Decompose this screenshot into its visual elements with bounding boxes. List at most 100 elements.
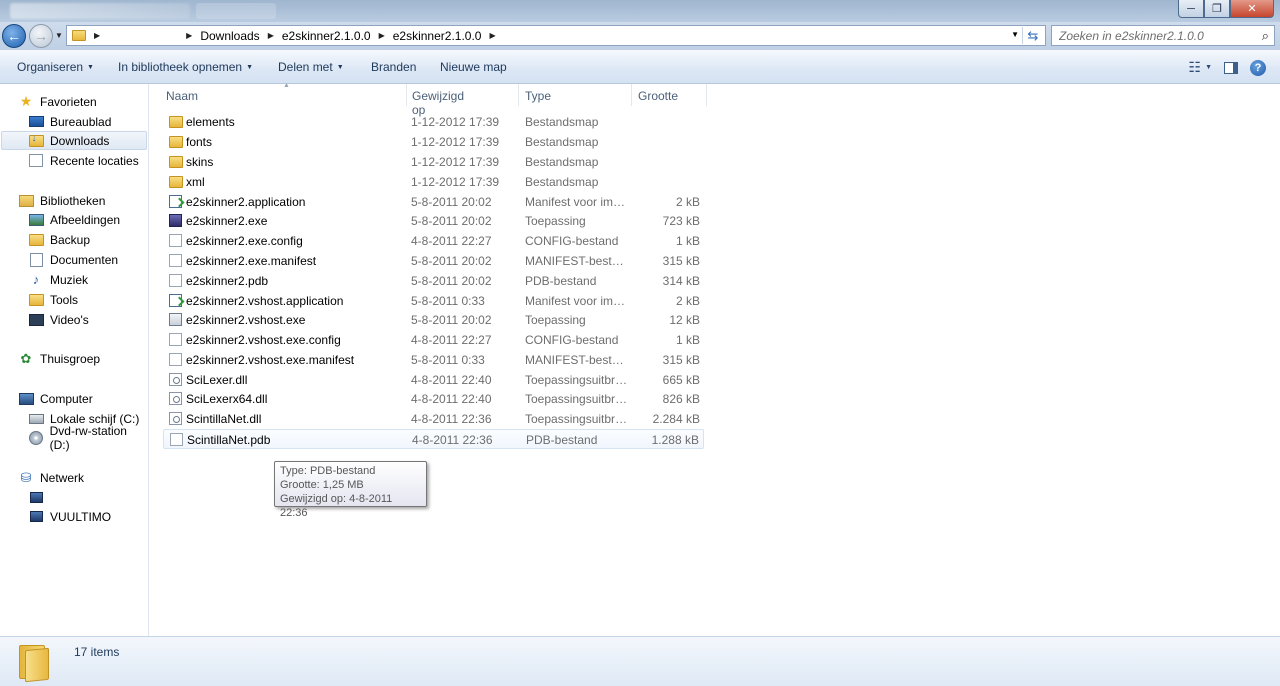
videos-icon-wrap <box>28 313 44 327</box>
nav-network[interactable]: ⛁ Netwerk <box>18 468 84 487</box>
breadcrumb-chevron-icon[interactable]: ▶ <box>379 31 385 40</box>
file-size: 2 kB <box>675 294 700 308</box>
new-folder-button[interactable]: Nieuwe map <box>440 60 507 74</box>
file-size: 315 kB <box>662 353 700 367</box>
documents-icon-wrap <box>28 252 44 267</box>
file-row[interactable]: e2skinner2.pdb 5-8-2011 20:02 PDB-bestand 3… <box>163 271 704 291</box>
nav-backup[interactable]: Backup <box>28 230 90 249</box>
nav-dvd[interactable]: Dvd-rw-station (D:) <box>28 424 148 452</box>
file-row[interactable]: e2skinner2.vshost.application 5-8-2011 0:… <box>163 291 704 311</box>
search-box[interactable]: ⌕ <box>1051 25 1275 46</box>
search-input[interactable] <box>1057 27 1251 44</box>
close-button[interactable]: ✕ <box>1230 0 1274 18</box>
column-divider[interactable] <box>406 84 407 106</box>
libraries-icon-wrap <box>18 194 34 208</box>
video-icon <box>28 313 44 326</box>
address-bar[interactable]: ▶ ▶ Downloads ▶ e2skinner2.1.0.0 ▶ e2ski… <box>66 25 1046 46</box>
network-pc-icon <box>29 492 43 503</box>
nav-network-vuultimo[interactable]: VUULTIMO <box>28 507 111 526</box>
nav-recent[interactable]: Recente locaties <box>28 151 139 170</box>
nav-downloads[interactable]: Downloads <box>1 131 147 150</box>
recent-pages-dropdown[interactable]: ▼ <box>55 31 63 40</box>
file-row[interactable]: e2skinner2.vshost.exe 5-8-2011 20:02 Toepa… <box>163 310 704 330</box>
file-name: xml <box>186 175 205 189</box>
backup-icon-wrap <box>28 233 44 247</box>
downloads-icon-wrap <box>28 133 44 148</box>
search-icon[interactable]: ⌕ <box>1262 28 1269 44</box>
column-divider[interactable] <box>631 84 632 106</box>
file-row[interactable]: elements 1-12-2012 17:39 Bestandsmap <box>163 112 704 132</box>
file-row[interactable]: e2skinner2.vshost.exe.manifest 5-8-2011 0… <box>163 350 704 370</box>
recent-places-icon <box>29 154 43 167</box>
file-row[interactable]: e2skinner2.vshost.exe.config 4-8-2011 22:… <box>163 330 704 350</box>
column-divider[interactable] <box>706 84 707 106</box>
breadcrumb-e2skinner-parent[interactable]: e2skinner2.1.0.0 <box>282 29 371 43</box>
file-row[interactable]: e2skinner2.exe.manifest 5-8-2011 20:02 MAN… <box>163 251 704 271</box>
nav-network-pc-hidden[interactable] <box>28 488 50 507</box>
file-name: e2skinner2.exe.config <box>186 234 303 248</box>
nav-computer[interactable]: Computer <box>18 389 93 408</box>
file-row[interactable]: ScintillaNet.dll 4-8-2011 22:36 Toepassing… <box>163 409 704 429</box>
breadcrumb-chevron-icon[interactable]: ▶ <box>489 31 495 40</box>
breadcrumb-chevron-icon[interactable]: ▶ <box>186 31 192 40</box>
file-row[interactable]: e2skinner2.exe.config 4-8-2011 22:27 CONFI… <box>163 231 704 251</box>
nav-documents[interactable]: Documenten <box>28 250 118 269</box>
column-type[interactable]: Type <box>525 89 551 103</box>
organize-menu[interactable]: Organiseren ▼ <box>17 60 94 74</box>
maximize-button[interactable]: ❐ <box>1204 0 1230 18</box>
minimize-button[interactable]: ─ <box>1178 0 1204 18</box>
file-date: 4-8-2011 22:36 <box>411 412 492 426</box>
file-row[interactable]: skins 1-12-2012 17:39 Bestandsmap <box>163 152 704 172</box>
nav-computer-label: Computer <box>40 391 93 406</box>
forward-button[interactable]: → <box>29 24 53 48</box>
chevron-down-icon: ▼ <box>336 64 344 71</box>
column-divider[interactable] <box>518 84 519 106</box>
file-row[interactable]: fonts 1-12-2012 17:39 Bestandsmap <box>163 132 704 152</box>
nav-libraries[interactable]: Bibliotheken <box>18 191 105 210</box>
share-with-menu[interactable]: Delen met ▼ <box>278 60 344 74</box>
file-type: Manifest voor imp... <box>525 294 629 308</box>
executable-icon <box>169 214 182 227</box>
folder-icon <box>28 233 44 246</box>
view-dropdown-icon[interactable]: ▼ <box>1205 64 1212 71</box>
nav-music[interactable]: ♪ Muziek <box>28 270 88 289</box>
nav-desktop[interactable]: Bureaublad <box>28 112 111 131</box>
include-library-menu[interactable]: In bibliotheek opnemen ▼ <box>118 60 253 74</box>
breadcrumb-chevron-icon[interactable]: ▶ <box>94 31 100 40</box>
file-date: 4-8-2011 22:27 <box>411 333 492 347</box>
file-row[interactable]: SciLexer.dll 4-8-2011 22:40 Toepassingsuit… <box>163 370 704 390</box>
breadcrumb-chevron-icon[interactable]: ▶ <box>268 31 274 40</box>
file-row[interactable]: e2skinner2.application 5-8-2011 20:02 Mani… <box>163 192 704 212</box>
preview-pane-icon[interactable] <box>1224 61 1238 74</box>
nav-videos[interactable]: Video's <box>28 310 89 329</box>
file-type: Toepassingsuitbre... <box>525 373 629 387</box>
help-icon[interactable]: ? <box>1250 59 1266 76</box>
view-options-icon[interactable]: ☷ <box>1189 59 1202 76</box>
file-row[interactable]: e2skinner2.exe 5-8-2011 20:02 Toepassing 72… <box>163 211 704 231</box>
breadcrumb-e2skinner-current[interactable]: e2skinner2.1.0.0 <box>393 29 482 43</box>
sort-ascending-icon: ▲ <box>283 82 290 89</box>
file-size: 2.284 kB <box>652 412 700 426</box>
file-row[interactable]: SciLexerx64.dll 4-8-2011 22:40 Toepassings… <box>163 389 704 409</box>
file-row-hovered[interactable]: ScintillaNet.pdb 4-8-2011 22:36 PDB-bestan… <box>163 429 704 449</box>
column-name[interactable]: Naam <box>166 89 198 103</box>
nav-tools[interactable]: Tools <box>28 290 78 309</box>
nav-favorites[interactable]: ★ Favorieten <box>18 92 97 111</box>
burn-button[interactable]: Branden <box>371 60 416 74</box>
breadcrumb-downloads[interactable]: Downloads <box>200 29 259 43</box>
address-dropdown-icon[interactable]: ▼ <box>1011 30 1019 39</box>
nav-homegroup[interactable]: ✿ Thuisgroep <box>18 349 101 368</box>
refresh-icon[interactable]: ⇆ <box>1022 27 1043 44</box>
back-button[interactable]: ← <box>2 24 26 48</box>
file-type: PDB-bestand <box>526 433 598 447</box>
recent-icon-wrap <box>28 154 44 168</box>
network-icon: ⛁ <box>20 469 32 485</box>
breadcrumb-hidden[interactable] <box>108 29 179 42</box>
file-icon <box>170 433 183 446</box>
file-icon <box>169 234 182 247</box>
file-date: 5-8-2011 20:02 <box>411 254 492 268</box>
nav-backup-label: Backup <box>50 232 91 247</box>
file-row[interactable]: xml 1-12-2012 17:39 Bestandsmap <box>163 172 704 192</box>
column-size[interactable]: Grootte <box>638 89 678 103</box>
nav-pictures[interactable]: Afbeeldingen <box>28 210 120 229</box>
